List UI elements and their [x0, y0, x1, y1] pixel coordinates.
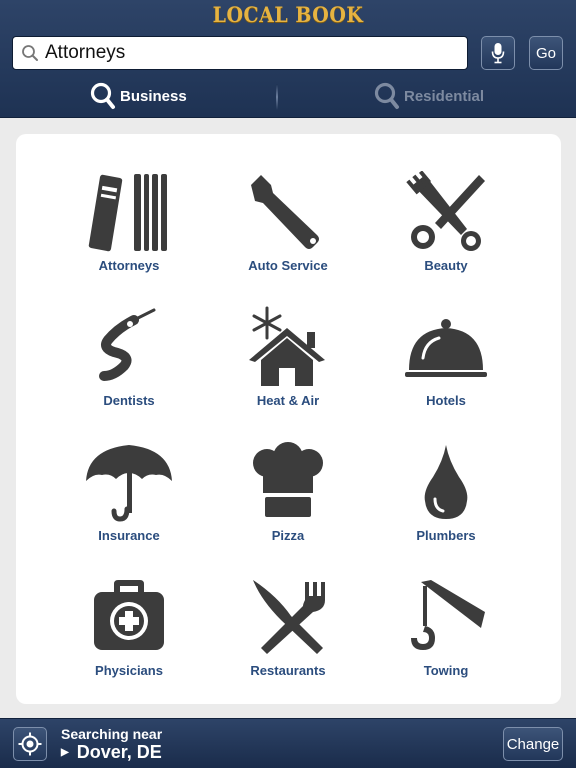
app-logo: LOCAL BOOK	[212, 2, 364, 28]
category-physicians[interactable]: Physicians	[54, 573, 204, 693]
water-drop-icon	[401, 438, 491, 526]
category-plumbers[interactable]: Plumbers	[371, 438, 521, 558]
category-label: Physicians	[95, 663, 163, 678]
tow-hook-icon	[401, 573, 491, 661]
chef-hat-icon	[243, 438, 333, 526]
go-button[interactable]: Go	[529, 36, 563, 70]
books-icon	[84, 168, 174, 256]
category-label: Attorneys	[98, 258, 160, 273]
location-text: Dover, DE	[76, 742, 162, 762]
search-icon	[90, 82, 115, 109]
category-insurance[interactable]: Insurance	[54, 438, 204, 558]
scissors-comb-icon	[401, 168, 491, 256]
category-label: Towing	[423, 663, 469, 678]
tab-business[interactable]: Business	[90, 80, 187, 112]
tab-residential-label: Residential	[404, 87, 485, 105]
search-field[interactable]	[12, 36, 468, 70]
medical-kit-icon	[84, 573, 174, 661]
category-label: Plumbers	[416, 528, 476, 543]
category-label: Auto Service	[248, 258, 328, 273]
category-heat-air[interactable]: Heat & Air	[213, 303, 363, 423]
category-label: Pizza	[271, 528, 305, 543]
cloche-icon	[401, 303, 491, 391]
disclosure-triangle-icon: ▶	[61, 747, 69, 758]
category-beauty[interactable]: Beauty	[371, 168, 521, 288]
category-label: Dentists	[103, 393, 155, 408]
search-icon	[22, 45, 38, 61]
category-restaurants[interactable]: Restaurants	[213, 573, 363, 693]
top-bar: LOCAL BOOK Go Business Residential	[0, 0, 576, 118]
search-icon	[374, 82, 399, 109]
location-bar: Searching near ▶ Dover, DE Change	[0, 718, 576, 768]
tab-business-label: Business	[120, 87, 187, 105]
category-label: Insurance	[98, 528, 160, 543]
current-location-button[interactable]	[13, 727, 47, 761]
house-snowflake-icon	[243, 303, 333, 391]
floss-icon	[84, 303, 174, 391]
microphone-icon	[491, 43, 505, 64]
category-auto-service[interactable]: Auto Service	[213, 168, 363, 288]
knife-fork-icon	[243, 573, 333, 661]
category-hotels[interactable]: Hotels	[371, 303, 521, 423]
voice-search-button[interactable]	[481, 36, 515, 70]
category-label: Hotels	[426, 393, 466, 408]
category-label: Restaurants	[250, 663, 326, 678]
crosshair-icon	[18, 732, 42, 756]
category-towing[interactable]: Towing	[371, 573, 521, 693]
tab-residential[interactable]: Residential	[374, 80, 484, 112]
category-label: Beauty	[424, 258, 468, 273]
tab-divider	[276, 84, 278, 110]
category-label: Heat & Air	[256, 393, 320, 408]
searching-near-label: Searching near	[61, 726, 163, 742]
location-value[interactable]: ▶ Dover, DE	[61, 742, 162, 763]
category-pizza[interactable]: Pizza	[213, 438, 363, 558]
category-dentists[interactable]: Dentists	[54, 303, 204, 423]
search-input[interactable]	[45, 38, 445, 68]
wrench-icon	[243, 168, 333, 256]
category-grid: Attorneys Auto Service Beauty Dentists H…	[16, 134, 561, 704]
category-attorneys[interactable]: Attorneys	[54, 168, 204, 288]
umbrella-icon	[84, 438, 174, 526]
change-location-button[interactable]: Change	[503, 727, 563, 761]
